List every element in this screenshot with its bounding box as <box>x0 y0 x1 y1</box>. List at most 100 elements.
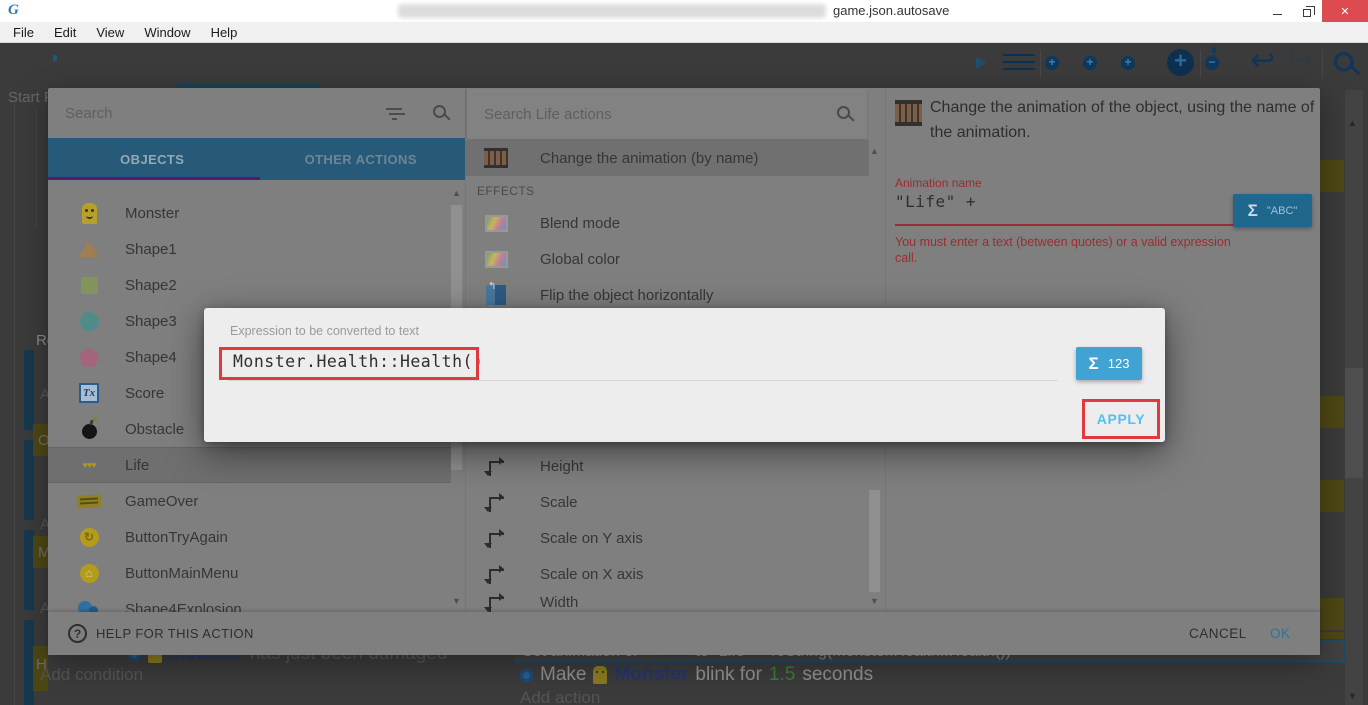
object-tabs: OBJECTS OTHER ACTIONS <box>48 138 465 180</box>
bomb-icon <box>72 420 106 439</box>
action-text: Make <box>540 664 586 686</box>
scrollbar-thumb[interactable] <box>1345 368 1363 478</box>
action-object: Monster <box>614 664 688 686</box>
redo-icon[interactable] <box>1288 49 1313 75</box>
list-item-life-selected[interactable]: Life <box>48 447 451 483</box>
close-button[interactable] <box>1322 0 1368 22</box>
restore-button[interactable] <box>1292 0 1322 22</box>
scroll-up-icon[interactable] <box>1348 118 1357 128</box>
validation-error: You must enter a text (between quotes) o… <box>895 234 1253 266</box>
gradient-icon <box>484 215 508 232</box>
tab-other-actions[interactable]: OTHER ACTIONS <box>257 138 466 180</box>
gear-icon <box>520 669 533 682</box>
object-label: Life <box>125 457 149 474</box>
expression-input[interactable]: Monster.Health::Health() <box>233 352 483 371</box>
help-icon[interactable] <box>68 624 87 643</box>
add-new-event-icon[interactable] <box>1167 49 1194 76</box>
expression-editor-dialog: Expression to be converted to text Monst… <box>204 308 1165 442</box>
scroll-down-icon[interactable] <box>452 596 461 606</box>
action-label: Scale on X axis <box>540 566 643 583</box>
window-title: game.json.autosave <box>833 3 949 18</box>
action-item-global-color[interactable]: Global color <box>465 241 869 277</box>
menu-window[interactable]: Window <box>139 25 195 40</box>
event-action-row[interactable]: Make Monster blink for 1.5 seconds <box>520 664 873 686</box>
undo-icon[interactable] <box>1250 49 1275 75</box>
animation-name-field[interactable]: "Life" + <box>895 192 976 211</box>
help-link[interactable]: HELP FOR THIS ACTION <box>96 626 254 641</box>
event-header-fragment <box>1320 632 1344 639</box>
add-condition-link[interactable]: Add condition <box>40 665 143 685</box>
list-item-shape1[interactable]: Shape1 <box>48 231 451 267</box>
expression-button-label: "ABC" <box>1267 205 1297 217</box>
scroll-up-icon[interactable] <box>870 146 879 156</box>
list-item-buttonmainmenu[interactable]: ButtonMainMenu <box>48 555 451 591</box>
object-search-input[interactable] <box>65 88 365 138</box>
list-item-shape4explosion[interactable]: Shape4Explosion <box>48 591 451 612</box>
object-label: GameOver <box>125 493 198 510</box>
list-item-gameover[interactable]: GameOver <box>48 483 451 519</box>
number-expression-button[interactable]: Σ 123 <box>1076 347 1142 380</box>
object-label: Shape4Explosion <box>125 601 242 613</box>
action-label: Change the animation (by name) <box>540 150 758 167</box>
search-events-icon[interactable] <box>1334 52 1354 79</box>
search-icon[interactable] <box>433 105 446 118</box>
menu-help[interactable]: Help <box>206 25 243 40</box>
list-item-shape2[interactable]: Shape2 <box>48 267 451 303</box>
circle-icon <box>72 312 106 331</box>
gdevelop-window: game.json.autosave File Edit View Window… <box>0 0 1368 705</box>
action-item-scale-x[interactable]: Scale on X axis <box>465 556 869 592</box>
scroll-down-icon[interactable] <box>1348 691 1357 701</box>
sigma-icon: Σ <box>1248 201 1258 221</box>
event-header-fragment <box>1320 598 1344 630</box>
minimize-icon <box>1273 14 1282 15</box>
apply-button[interactable]: APPLY <box>1085 402 1157 436</box>
menu-edit[interactable]: Edit <box>49 25 81 40</box>
list-item-buttontryagain[interactable]: ButtonTryAgain <box>48 519 451 555</box>
text-object-icon <box>72 383 106 403</box>
scroll-up-icon[interactable] <box>452 188 461 198</box>
ok-button[interactable]: OK <box>1270 626 1291 641</box>
search-icon[interactable] <box>837 106 850 119</box>
minimize-button[interactable] <box>1262 0 1292 22</box>
animation-name-label: Animation name <box>895 176 982 190</box>
resize-icon <box>484 457 508 476</box>
magnifier-icon <box>1334 52 1354 72</box>
object-label: Shape1 <box>125 241 177 258</box>
resize-icon <box>484 493 508 512</box>
object-label: Shape3 <box>125 313 177 330</box>
flip-icon <box>484 285 508 305</box>
tab-objects[interactable]: OBJECTS <box>48 138 257 180</box>
action-item-scale-y[interactable]: Scale on Y axis <box>465 520 869 556</box>
object-label: Shape4 <box>125 349 177 366</box>
action-item-height[interactable]: Height <box>465 448 869 484</box>
expression-button-label: 123 <box>1108 356 1130 371</box>
square-icon <box>72 277 106 294</box>
retry-button-icon <box>72 528 106 547</box>
remove-event-icon[interactable] <box>1212 47 1216 68</box>
action-item-blend-mode[interactable]: Blend mode <box>465 205 869 241</box>
add-action-link[interactable]: Add action <box>520 688 600 705</box>
home-button-icon <box>72 564 106 583</box>
action-item-width[interactable]: Width <box>465 592 869 612</box>
action-search-input[interactable] <box>484 89 804 139</box>
scrollbar-thumb[interactable] <box>869 490 880 592</box>
cancel-button[interactable]: CANCEL <box>1189 626 1247 641</box>
filter-icon[interactable] <box>386 107 402 119</box>
menu-file[interactable]: File <box>8 25 39 40</box>
action-item-scale[interactable]: Scale <box>465 484 869 520</box>
text-expression-button[interactable]: Σ "ABC" <box>1233 194 1312 227</box>
app-content: Start P Re A O A M A H Set animation of … <box>0 43 1368 705</box>
action-item-selected[interactable]: Change the animation (by name) <box>465 140 869 176</box>
object-label: Monster <box>125 205 179 222</box>
dialog-footer: HELP FOR THIS ACTION CANCEL OK <box>48 612 1320 655</box>
object-label: Shape2 <box>125 277 177 294</box>
action-label: Blend mode <box>540 215 620 232</box>
scroll-down-icon[interactable] <box>870 596 879 606</box>
resize-icon <box>484 565 508 584</box>
action-label: Flip the object horizontally <box>540 287 713 304</box>
list-item-monster[interactable]: Monster <box>48 195 451 231</box>
menu-view[interactable]: View <box>91 25 129 40</box>
resize-icon <box>484 529 508 548</box>
toolbar-divider <box>1040 50 1041 78</box>
film-icon <box>484 148 508 168</box>
